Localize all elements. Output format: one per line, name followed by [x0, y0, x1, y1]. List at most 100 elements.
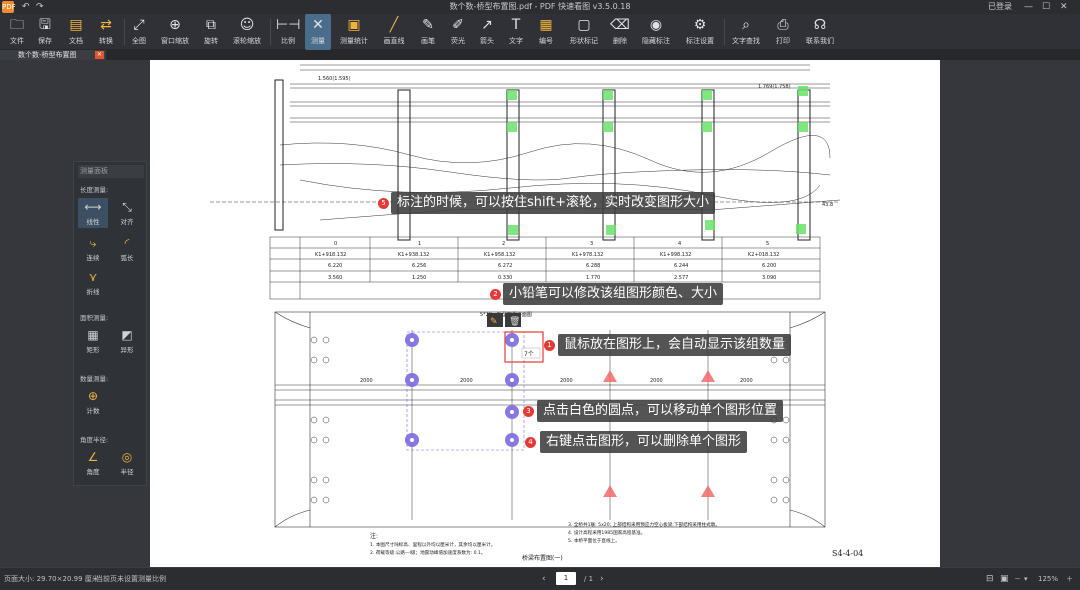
pencil-icon[interactable]: ✎ [490, 317, 498, 327]
svg-text:K1+918.132: K1+918.132 [315, 252, 346, 258]
zoom-level[interactable]: 125% [1038, 568, 1058, 590]
user-status[interactable]: 已登录 [988, 0, 1012, 14]
toolbar-document-button[interactable]: ▤ 文档 [64, 14, 88, 50]
table-header-5: 5 [766, 241, 769, 247]
tab-bar: 数个数-桥型布置图 ✕ [0, 50, 1080, 60]
tool-count[interactable]: ⊕ 计数 [78, 387, 108, 417]
callout-4-badge: 4 [525, 437, 536, 448]
svg-text:K1+938.132: K1+938.132 [398, 252, 429, 258]
table-header-1: 1 [418, 241, 421, 247]
svg-text:6.288: 6.288 [586, 263, 600, 269]
svg-text:K1+998.132: K1+998.132 [660, 252, 691, 258]
toolbar-measure-button[interactable]: ✕ 测量 [305, 14, 331, 50]
pdf-page[interactable]: 1.560(1.595) 1.769(1.758) 43.8 0 1 2 3 4… [150, 60, 940, 567]
toolbar-hide-annotation-button[interactable]: ◉ 隐藏标注 [640, 14, 672, 50]
toolbar-highlighter-button[interactable]: ✐ 荧光 [446, 14, 470, 50]
tool-rectangle[interactable]: ▦ 矩形 [78, 326, 108, 356]
search-icon: ⌕ [742, 17, 750, 33]
page-size: 页面大小: 29.70×20.99 厘米 [4, 575, 99, 583]
table-header-2: 2 [502, 241, 505, 247]
toolbar-annotation-settings-button[interactable]: ⚙ 标注设置 [684, 14, 716, 50]
tool-linear[interactable]: ⟷ 线性 [78, 198, 108, 228]
toolbar-rotate-button[interactable]: ⧉ 旋转 [198, 14, 224, 50]
toolbar-contact-button[interactable]: ☊ 联系我们 [804, 14, 836, 50]
svg-text:2000: 2000 [460, 378, 473, 384]
tab-document[interactable]: 数个数-桥型布置图 ✕ [0, 50, 106, 60]
toolbar-convert-button[interactable]: ⇄ 转换 [94, 14, 118, 50]
number-icon: ▦ [539, 17, 553, 33]
maximize-icon[interactable]: ☐ [1042, 0, 1050, 14]
table-header-0: 0 [334, 241, 337, 247]
svg-text:3.560: 3.560 [328, 275, 342, 281]
count-icon: ⊕ [87, 389, 99, 403]
zoom-out-icon[interactable]: － [1014, 568, 1021, 590]
section-count: 数量测量: [80, 375, 109, 383]
zoom-dropdown-icon[interactable]: ▾ [1024, 568, 1028, 590]
callout-1-badge: 1 [544, 340, 555, 351]
svg-text:6.244: 6.244 [674, 263, 688, 269]
fit-width-icon[interactable]: ⊟ [986, 568, 994, 590]
toolbar-statistics-button[interactable]: ▣ 测量统计 [338, 14, 370, 50]
toolbar-fit-button[interactable]: ⤢ 全图 [128, 14, 150, 50]
callout-5-badge: 5 [378, 198, 389, 209]
page-input[interactable]: 1 [556, 572, 576, 585]
svg-text:6.256: 6.256 [412, 263, 426, 269]
toolbar-text-button[interactable]: T 文字 [504, 14, 528, 50]
aligned-icon: ⤡ [122, 200, 132, 214]
line-icon: ╱ [389, 17, 399, 33]
measure-panel-header[interactable]: 测量面板 [78, 165, 144, 178]
toolbar-text-search-button[interactable]: ⌕ 文字查找 [730, 14, 762, 50]
toolbar-delete-button[interactable]: ⌫ 删除 [608, 14, 632, 50]
tool-irregular[interactable]: ◩ 异形 [112, 326, 142, 356]
folder-icon: 🗀 [10, 17, 24, 33]
callout-1: 鼠标放在图形上，会自动显示该组数量 [558, 334, 792, 356]
section-length: 长度测量: [80, 186, 109, 194]
document-icon: ▤ [69, 17, 83, 33]
scale-hint: 当前页未设置测量比例 [96, 575, 166, 583]
toolbar-arrow-button[interactable]: ↗ 箭头 [476, 14, 498, 50]
eye-icon: ◉ [649, 17, 663, 33]
tool-arc[interactable]: ◜ 弧长 [112, 234, 142, 264]
svg-text:2. 荷载等级:公路—Ⅰ级；地震动峰值加速度系数为: 0.1: 2. 荷载等级:公路—Ⅰ级；地震动峰值加速度系数为: 0.1。 [370, 549, 486, 556]
document-viewer[interactable]: 1.560(1.595) 1.769(1.758) 43.8 0 1 2 3 4… [0, 60, 1080, 567]
text-icon: T [511, 17, 521, 33]
tool-polyline[interactable]: ⋎ 折线 [78, 268, 108, 298]
close-icon[interactable]: ✕ [1060, 0, 1068, 14]
tool-continuous[interactable]: ⤷ 连续 [78, 234, 108, 264]
trash-icon[interactable]: 🗑 [509, 316, 520, 327]
close-tab-icon[interactable]: ✕ [95, 51, 104, 59]
toolbar-file-button[interactable]: 🗀 文件 [6, 14, 28, 50]
prev-page-icon[interactable]: ‹ [542, 568, 546, 590]
zoom-in-icon[interactable]: ＋ [1066, 568, 1073, 590]
svg-text:3.090: 3.090 [762, 275, 776, 281]
tool-radius[interactable]: ◎ 半径 [112, 448, 142, 478]
toolbar-shape-button[interactable]: ▢ 形状标记 [566, 14, 602, 50]
next-page-icon[interactable]: › [600, 568, 604, 590]
tool-aligned[interactable]: ⤡ 对齐 [112, 198, 142, 228]
minimize-icon[interactable]: — [1024, 0, 1033, 14]
statistics-icon: ▣ [347, 17, 361, 33]
status-bar: 页面大小: 29.70×20.99 厘米 当前页未设置测量比例 ‹ 1 / 1 … [0, 567, 1080, 589]
fit-icon: ⤢ [133, 17, 145, 33]
toolbar-pen-button[interactable]: ✎ 画笔 [416, 14, 440, 50]
toolbar-number-button[interactable]: ▦ 编号 [534, 14, 558, 50]
measure-icon: ✕ [312, 17, 324, 33]
save-icon: 🖫 [39, 17, 51, 33]
toolbar-print-button[interactable]: ⎙ 打印 [772, 14, 794, 50]
toolbar-wheel-zoom-button[interactable]: ☺ 滚轮缩放 [230, 14, 264, 50]
toolbar-save-button[interactable]: 🖫 保存 [34, 14, 56, 50]
callout-5: 标注的时候，可以按住shift+滚轮，实时改变图形大小 [391, 192, 715, 214]
tab-label: 数个数-桥型布置图 [18, 51, 77, 59]
toolbar-zoom-window-button[interactable]: ⊕ 窗口缩放 [158, 14, 192, 50]
fit-page-icon[interactable]: ▣ [1000, 568, 1009, 590]
shape-icon: ▢ [577, 17, 591, 33]
polyline-icon: ⋎ [88, 270, 98, 284]
angle-icon: ∠ [87, 450, 99, 464]
callout-3: 点击白色的圆点，可以移动单个图形位置 [537, 400, 784, 422]
toolbar-line-button[interactable]: ╱ 画直线 [380, 14, 408, 50]
total-pages: / 1 [584, 575, 594, 583]
tool-angle[interactable]: ∠ 角度 [78, 448, 108, 478]
toolbar-scale-button[interactable]: ⊢⊣ 比例 [276, 14, 300, 50]
measure-panel: 测量面板 长度测量: ⟷ 线性 ⤡ 对齐 ⤷ 连续 ◜ 弧长 ⋎ 折线 面积测量: ▦ 矩形… [73, 161, 147, 486]
svg-text:3. 全桥共1联: 5x20; 上部结构采用预应力空心板梁;: 3. 全桥共1联: 5x20; 上部结构采用预应力空心板梁;下部结构采用柱式墩。 [568, 521, 720, 528]
